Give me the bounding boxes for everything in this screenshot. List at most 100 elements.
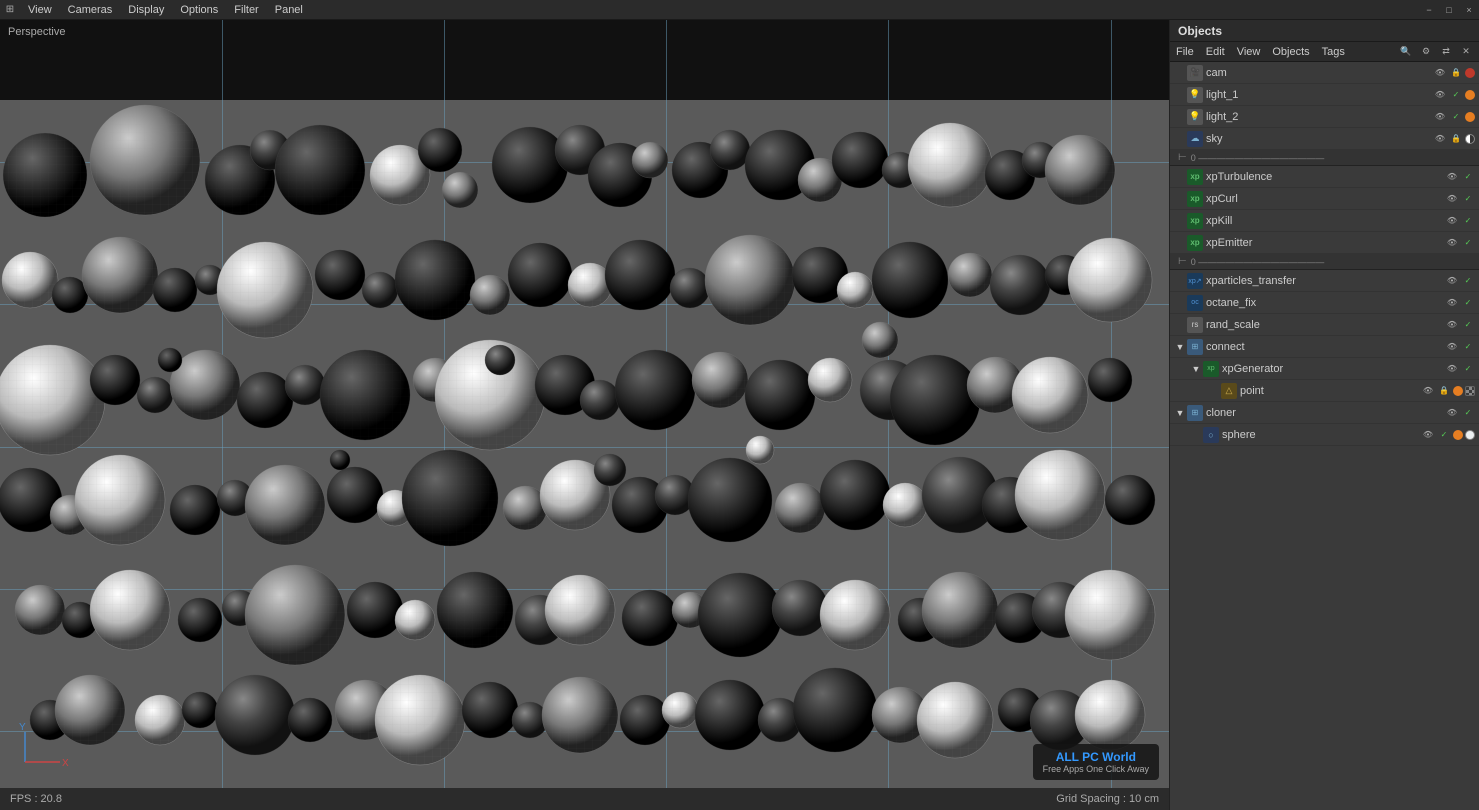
object-row-cloner[interactable]: ▼ ⊞ cloner 👁 ✓ xyxy=(1170,402,1479,424)
check-connect[interactable]: ✓ xyxy=(1461,340,1475,354)
eye-xparticles-transfer[interactable]: 👁 xyxy=(1445,274,1459,288)
check-xpKill[interactable]: ✓ xyxy=(1461,214,1475,228)
eye-connect[interactable]: 👁 xyxy=(1445,340,1459,354)
eye-xpTurbulence[interactable]: 👁 xyxy=(1445,170,1459,184)
object-row-xpKill[interactable]: xp xpKill 👁 ✓ xyxy=(1170,210,1479,232)
controls-xpGenerator: 👁 ✓ xyxy=(1445,362,1479,376)
object-row-point[interactable]: △ point 👁 🔒 xyxy=(1170,380,1479,402)
expand-cloner[interactable]: ▼ xyxy=(1174,407,1186,419)
eye-xpKill[interactable]: 👁 xyxy=(1445,214,1459,228)
object-row-xpEmitter[interactable]: xp xpEmitter 👁 ✓ xyxy=(1170,232,1479,254)
arrows-icon[interactable]: ⇄ xyxy=(1437,43,1455,61)
lock-sky[interactable]: 🔒 xyxy=(1449,132,1463,146)
icon-xpEmitter: xp xyxy=(1187,235,1203,251)
dot-sky xyxy=(1465,134,1475,144)
check-cloner[interactable]: ✓ xyxy=(1461,406,1475,420)
label-point: point xyxy=(1240,385,1421,397)
expand-connect[interactable]: ▼ xyxy=(1174,341,1186,353)
eye-xpEmitter[interactable]: 👁 xyxy=(1445,236,1459,250)
label-xparticles-transfer: xparticles_transfer xyxy=(1206,275,1445,287)
objects-menu-tags[interactable]: Tags xyxy=(1316,42,1351,62)
icon-xparticles-transfer: xp↗ xyxy=(1187,273,1203,289)
eye-sphere[interactable]: 👁 xyxy=(1421,428,1435,442)
label-light1: light_1 xyxy=(1206,89,1433,101)
expand-xpTurbulence[interactable] xyxy=(1174,171,1186,183)
eye-xpGenerator[interactable]: 👁 xyxy=(1445,362,1459,376)
win-close[interactable]: × xyxy=(1459,0,1479,20)
object-row-xpCurl[interactable]: xp xpCurl 👁 ✓ xyxy=(1170,188,1479,210)
expand-cam[interactable] xyxy=(1174,67,1186,79)
lock-point[interactable]: 🔒 xyxy=(1437,384,1451,398)
objects-menu-view[interactable]: View xyxy=(1231,42,1267,62)
check-xpGenerator[interactable]: ✓ xyxy=(1461,362,1475,376)
controls-point: 👁 🔒 xyxy=(1421,384,1479,398)
expand-rand-scale[interactable] xyxy=(1174,319,1186,331)
eye-light1[interactable]: 👁 xyxy=(1433,88,1447,102)
objects-menu-objects[interactable]: Objects xyxy=(1266,42,1315,62)
label-sphere: sphere xyxy=(1222,429,1421,441)
object-row-connect[interactable]: ▼ ⊞ connect 👁 ✓ xyxy=(1170,336,1479,358)
expand-xpGenerator[interactable]: ▼ xyxy=(1190,363,1202,375)
check-octane-fix[interactable]: ✓ xyxy=(1461,296,1475,310)
check-xpEmitter[interactable]: ✓ xyxy=(1461,236,1475,250)
menu-cameras[interactable]: Cameras xyxy=(60,0,121,20)
controls-xpKill: 👁 ✓ xyxy=(1445,214,1479,228)
eye-sky[interactable]: 👁 xyxy=(1433,132,1447,146)
expand-xparticles-transfer[interactable] xyxy=(1174,275,1186,287)
objects-title-text: Objects xyxy=(1178,24,1222,38)
object-row-sphere[interactable]: ○ sphere 👁 ✓ xyxy=(1170,424,1479,446)
expand-xpCurl[interactable] xyxy=(1174,193,1186,205)
dot-point-checker xyxy=(1465,386,1475,396)
expand-point xyxy=(1208,385,1220,397)
eye-xpCurl[interactable]: 👁 xyxy=(1445,192,1459,206)
expand-xpEmitter[interactable] xyxy=(1174,237,1186,249)
menu-display[interactable]: Display xyxy=(120,0,172,20)
check-sphere[interactable]: ✓ xyxy=(1437,428,1451,442)
gear-icon[interactable]: ⚙ xyxy=(1417,43,1435,61)
separator-2: ⊢ 0 —————————————— xyxy=(1170,254,1479,270)
eye-octane-fix[interactable]: 👁 xyxy=(1445,296,1459,310)
dot-sphere-white xyxy=(1465,430,1475,440)
check-xpCurl[interactable]: ✓ xyxy=(1461,192,1475,206)
menu-options[interactable]: Options xyxy=(172,0,226,20)
icon-sky: ☁ xyxy=(1187,131,1203,147)
check-rand-scale[interactable]: ✓ xyxy=(1461,318,1475,332)
check-light1[interactable]: ✓ xyxy=(1449,88,1463,102)
object-row-octane-fix[interactable]: oc octane_fix 👁 ✓ xyxy=(1170,292,1479,314)
check-xpTurbulence[interactable]: ✓ xyxy=(1461,170,1475,184)
expand-sky[interactable] xyxy=(1174,133,1186,145)
object-row-xpGenerator[interactable]: ▼ xp xpGenerator 👁 ✓ xyxy=(1170,358,1479,380)
lock-cam[interactable]: 🔒 xyxy=(1449,66,1463,80)
controls-xpTurbulence: 👁 ✓ xyxy=(1445,170,1479,184)
menu-panel[interactable]: Panel xyxy=(267,0,311,20)
eye-cloner[interactable]: 👁 xyxy=(1445,406,1459,420)
expand-light2[interactable] xyxy=(1174,111,1186,123)
label-xpGenerator: xpGenerator xyxy=(1222,363,1445,375)
check-light2[interactable]: ✓ xyxy=(1449,110,1463,124)
eye-cam[interactable]: 👁 xyxy=(1433,66,1447,80)
object-row-cam[interactable]: 🎥 cam 👁 🔒 xyxy=(1170,62,1479,84)
object-row-light2[interactable]: 💡 light_2 👁 ✓ xyxy=(1170,106,1479,128)
eye-rand-scale[interactable]: 👁 xyxy=(1445,318,1459,332)
object-row-light1[interactable]: 💡 light_1 👁 ✓ xyxy=(1170,84,1479,106)
win-minimize[interactable]: − xyxy=(1419,0,1439,20)
object-row-xpTurbulence[interactable]: xp xpTurbulence 👁 ✓ xyxy=(1170,166,1479,188)
object-row-sky[interactable]: ☁ sky 👁 🔒 xyxy=(1170,128,1479,150)
objects-panel-title: Objects xyxy=(1170,20,1479,42)
check-xparticles-transfer[interactable]: ✓ xyxy=(1461,274,1475,288)
menu-filter[interactable]: Filter xyxy=(226,0,266,20)
watermark-title: ALL PC World xyxy=(1043,750,1149,764)
menu-view[interactable]: View xyxy=(20,0,60,20)
object-row-rand-scale[interactable]: rs rand_scale 👁 ✓ xyxy=(1170,314,1479,336)
object-row-xparticles-transfer[interactable]: xp↗ xparticles_transfer 👁 ✓ xyxy=(1170,270,1479,292)
close-icon[interactable]: ✕ xyxy=(1457,43,1475,61)
eye-light2[interactable]: 👁 xyxy=(1433,110,1447,124)
expand-light1[interactable] xyxy=(1174,89,1186,101)
objects-menu-edit[interactable]: Edit xyxy=(1200,42,1231,62)
win-restore[interactable]: □ xyxy=(1439,0,1459,20)
expand-xpKill[interactable] xyxy=(1174,215,1186,227)
eye-point[interactable]: 👁 xyxy=(1421,384,1435,398)
expand-octane-fix[interactable] xyxy=(1174,297,1186,309)
search-icon[interactable]: 🔍 xyxy=(1397,43,1415,61)
objects-menu-file[interactable]: File xyxy=(1170,42,1200,62)
